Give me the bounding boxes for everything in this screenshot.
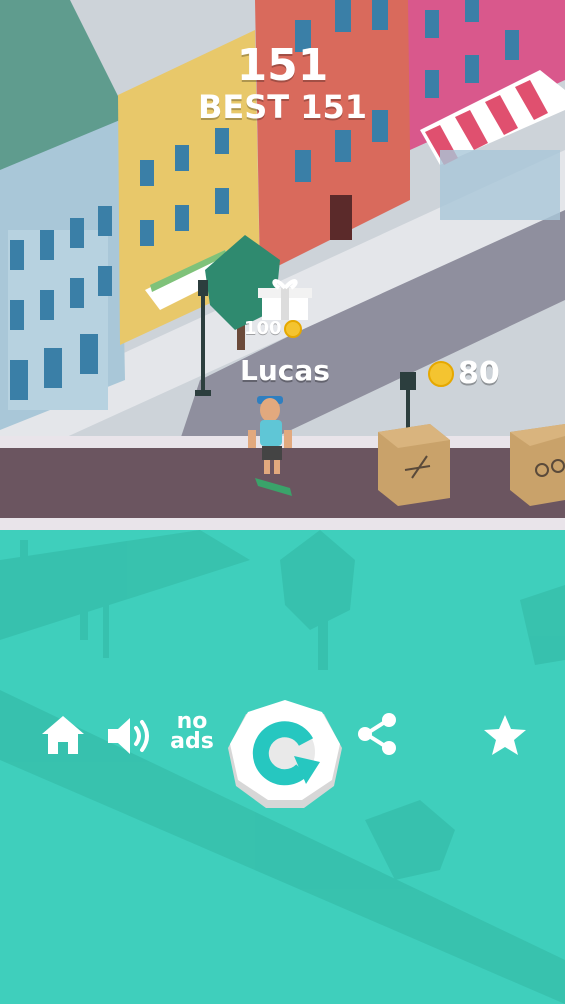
- home-icon: [42, 716, 84, 754]
- best-score: BEST 151: [197, 88, 368, 126]
- player-name: Lucas: [240, 354, 330, 387]
- star-icon: [484, 715, 526, 755]
- gift-reward-value: 100: [244, 318, 282, 339]
- coin-icon: [428, 360, 454, 387]
- rate-button[interactable]: [482, 713, 528, 757]
- coin-icon: [283, 319, 302, 338]
- share-icon: [358, 713, 396, 755]
- no-ads-button[interactable]: no ads: [166, 711, 218, 754]
- replay-button[interactable]: [224, 700, 346, 812]
- coin-balance-value: 80: [458, 356, 500, 391]
- game-scene: [0, 0, 565, 1004]
- coin-balance: 80: [428, 356, 500, 391]
- sound-icon: [108, 718, 149, 754]
- score-counter: 151: [236, 40, 329, 91]
- share-button[interactable]: [356, 712, 400, 756]
- home-button[interactable]: [40, 714, 86, 756]
- gift-reward[interactable]: 100: [244, 318, 302, 339]
- no-ads-line2: ads: [170, 729, 214, 754]
- building-blue: [0, 120, 125, 430]
- sound-button[interactable]: [106, 716, 152, 756]
- replay-icon: [228, 700, 342, 808]
- cardboard-box-scooter: [378, 424, 450, 506]
- cardboard-box-bike: [510, 424, 565, 506]
